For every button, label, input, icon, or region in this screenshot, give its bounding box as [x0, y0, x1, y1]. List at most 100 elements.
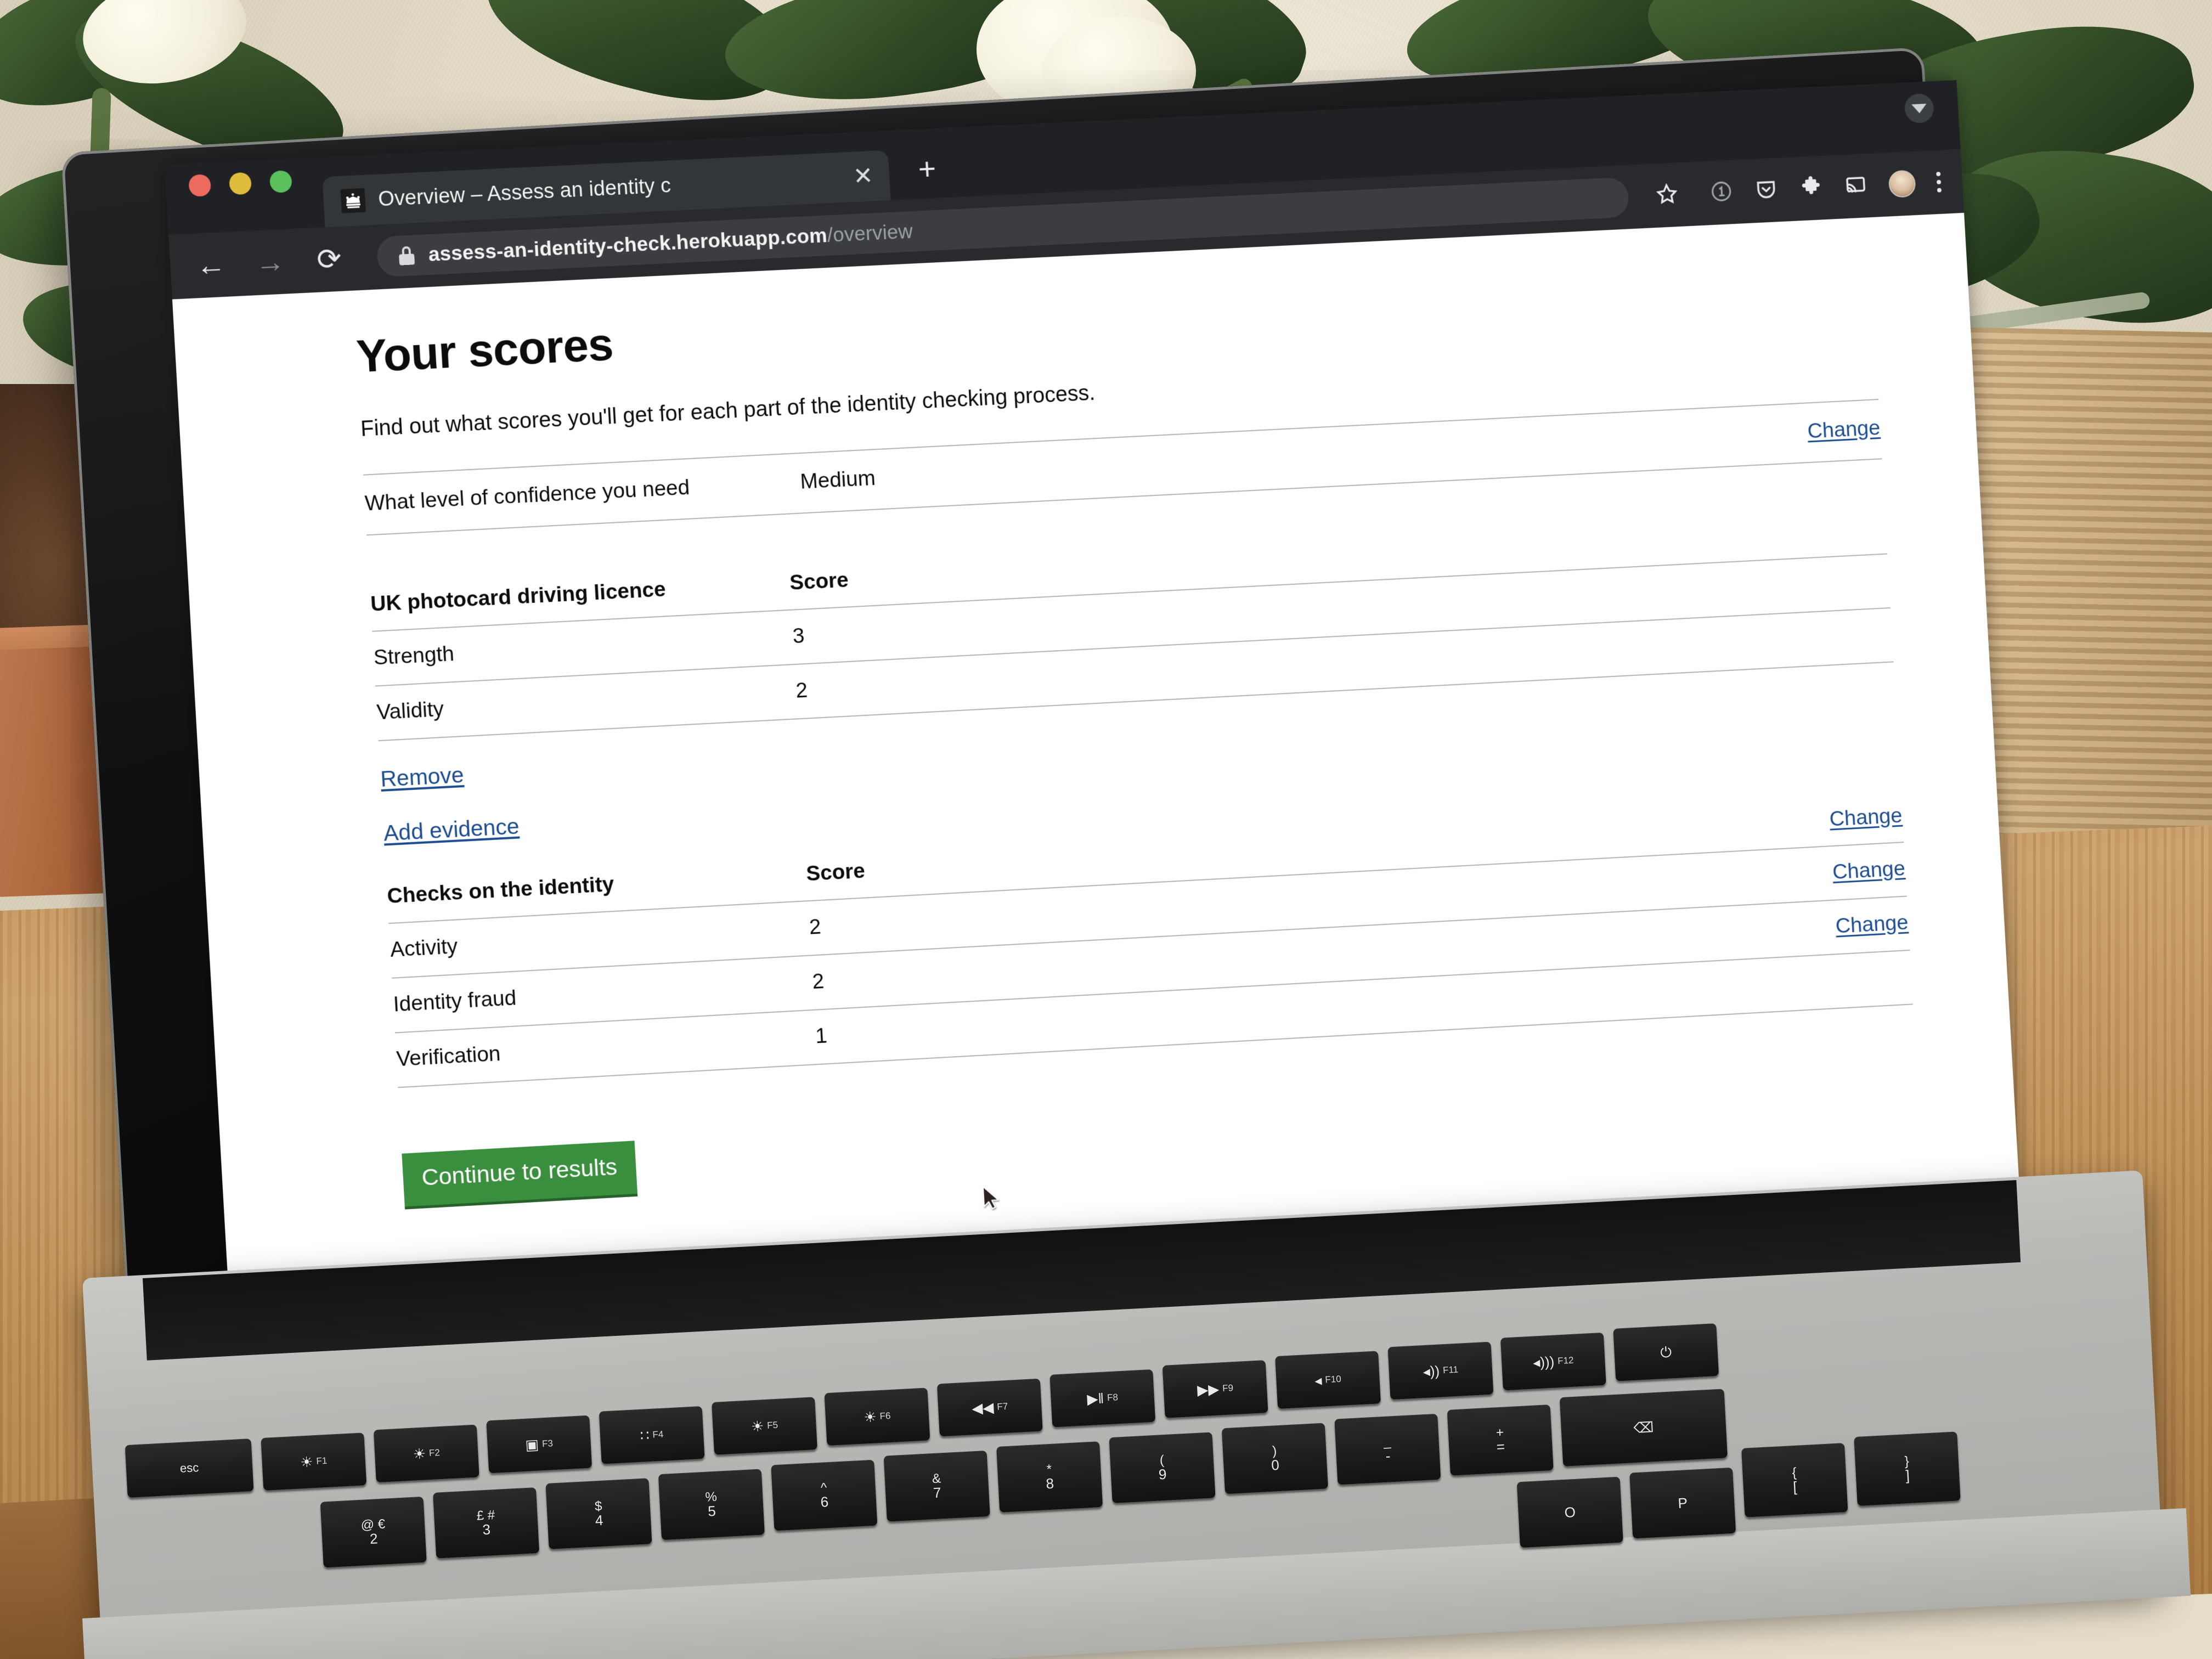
- key-p: P: [1629, 1467, 1736, 1539]
- key-bracket-left-bot: [: [1792, 1478, 1798, 1496]
- key-f1: ☀ F1: [261, 1432, 367, 1491]
- key-f5: ☀ F5: [712, 1397, 817, 1455]
- forward-button[interactable]: →: [253, 245, 287, 279]
- reload-button[interactable]: ⟳: [312, 242, 346, 276]
- key-equals-top: +: [1496, 1425, 1504, 1441]
- key-3-bot: 3: [482, 1521, 491, 1538]
- key-f4-fn: F4: [652, 1429, 664, 1440]
- key-6: ^ 6: [771, 1459, 878, 1531]
- key-f5-fn: F5: [766, 1419, 778, 1431]
- profile-avatar[interactable]: [1888, 170, 1916, 198]
- key-7-top: &: [932, 1471, 941, 1486]
- key-f4-glyph: ∷: [640, 1427, 650, 1444]
- key-7-bot: 7: [933, 1484, 942, 1502]
- three-dot-menu-icon[interactable]: [1936, 172, 1942, 193]
- key-f8-fn: F8: [1107, 1392, 1119, 1403]
- key-bracket-left-top: {: [1791, 1465, 1797, 1480]
- key-f4: ∷ F4: [599, 1406, 705, 1464]
- maximize-window-button[interactable]: [269, 170, 292, 193]
- key-7: & 7: [883, 1450, 990, 1522]
- key-f2-glyph: ☀: [412, 1445, 426, 1463]
- key-5: % 5: [658, 1469, 765, 1541]
- key-f12: ◂))) F12: [1500, 1332, 1606, 1391]
- key-2-top: @ €: [360, 1516, 386, 1533]
- change-confidence-link[interactable]: Change: [1807, 416, 1881, 443]
- key-f7-fn: F7: [996, 1401, 1008, 1412]
- key-bracket-right-bot: ]: [1905, 1466, 1910, 1484]
- browser-tab-title: Overview – Assess an identity c: [377, 173, 672, 211]
- checks-score-table: Checks on the identity Score Change Acti…: [386, 804, 1913, 1088]
- close-window-button[interactable]: [188, 174, 212, 197]
- key-bracket-right: } ]: [1854, 1431, 1961, 1506]
- key-f1-glyph: ☀: [300, 1453, 314, 1471]
- laptop-screen: Overview – Assess an identity c ✕ + ← → …: [165, 80, 2024, 1359]
- key-f2-fn: F2: [428, 1447, 441, 1459]
- mouse-cursor: [981, 1184, 1001, 1212]
- key-3: £ # 3: [433, 1487, 540, 1559]
- key-f5-glyph: ☀: [751, 1418, 765, 1435]
- close-tab-button[interactable]: ✕: [853, 162, 874, 190]
- toolbar-icon-group: [1662, 168, 1942, 209]
- key-f1-fn: F1: [316, 1455, 328, 1466]
- key-5-bot: 5: [707, 1502, 716, 1520]
- key-esc: esc: [125, 1438, 254, 1498]
- key-0-top: ): [1272, 1443, 1277, 1459]
- url-domain: assess-an-identity-check.herokuapp.com: [427, 224, 828, 266]
- key-f6: ☀ F6: [824, 1387, 930, 1446]
- star-icon[interactable]: [1655, 182, 1680, 209]
- tab-search-chevron-icon[interactable]: [1904, 93, 1934, 124]
- key-f10-glyph: ◂: [1314, 1372, 1323, 1389]
- key-f8-glyph: ▶‖: [1086, 1390, 1104, 1408]
- url-path: /overview: [826, 219, 914, 247]
- key-o-label: O: [1564, 1503, 1576, 1521]
- one-password-icon[interactable]: [1709, 179, 1734, 206]
- key-9-top: (: [1159, 1452, 1165, 1468]
- key-4: $ 4: [545, 1478, 652, 1549]
- extensions-puzzle-icon[interactable]: [1798, 174, 1823, 202]
- key-backspace: ⌫: [1559, 1389, 1728, 1466]
- key-f9-glyph: ▶▶: [1197, 1380, 1220, 1398]
- lock-icon: [398, 246, 415, 266]
- key-f7-glyph: ◀◀: [971, 1399, 995, 1417]
- key-f11-fn: F11: [1442, 1364, 1459, 1376]
- govuk-crown-icon: [340, 188, 366, 213]
- key-0-bot: 0: [1271, 1457, 1280, 1474]
- key-power: ⏻: [1613, 1323, 1719, 1381]
- key-minus-bot: -: [1385, 1447, 1391, 1464]
- key-6-top: ^: [820, 1480, 827, 1496]
- key-8-top: *: [1046, 1462, 1052, 1477]
- key-f9: ▶▶ F9: [1162, 1360, 1268, 1418]
- continue-to-results-button[interactable]: Continue to results: [402, 1141, 637, 1207]
- key-o: O: [1516, 1476, 1623, 1548]
- key-8-bot: 8: [1045, 1475, 1054, 1492]
- key-f3-fn: F3: [541, 1438, 554, 1449]
- new-tab-button[interactable]: +: [917, 151, 938, 199]
- browser-window: Overview – Assess an identity c ✕ + ← → …: [165, 80, 2024, 1359]
- key-f8: ▶‖ F8: [1049, 1369, 1156, 1427]
- key-3-top: £ #: [476, 1507, 495, 1523]
- key-minus-top: _: [1383, 1434, 1391, 1449]
- back-button[interactable]: ←: [194, 248, 228, 282]
- minimize-window-button[interactable]: [228, 172, 252, 195]
- backspace-icon: ⌫: [1633, 1419, 1655, 1437]
- key-f3: ▣ F3: [486, 1415, 592, 1474]
- key-f12-fn: F12: [1557, 1355, 1574, 1367]
- change-identity-fraud-link[interactable]: Change: [1835, 911, 1909, 938]
- macbook: Overview – Assess an identity c ✕ + ← → …: [0, 0, 2212, 1659]
- key-f6-glyph: ☀: [863, 1408, 877, 1426]
- cast-icon[interactable]: [1843, 172, 1868, 200]
- key-5-top: %: [704, 1489, 718, 1505]
- key-8: * 8: [996, 1441, 1103, 1513]
- window-traffic-lights[interactable]: [188, 159, 295, 234]
- power-icon: ⏻: [1660, 1344, 1672, 1361]
- key-f11-glyph: ◂)): [1422, 1362, 1440, 1380]
- key-f12-glyph: ◂))): [1532, 1353, 1555, 1371]
- page-content: Your scores Find out what scores you'll …: [172, 212, 2024, 1359]
- key-minus: _ -: [1334, 1413, 1441, 1485]
- key-equals: + =: [1447, 1404, 1554, 1476]
- pocket-icon[interactable]: [1754, 177, 1779, 204]
- key-2-bot: 2: [369, 1530, 379, 1547]
- change-activity-link[interactable]: Change: [1832, 857, 1906, 884]
- change-checks-link[interactable]: Change: [1829, 804, 1903, 831]
- key-9-bot: 9: [1158, 1465, 1167, 1483]
